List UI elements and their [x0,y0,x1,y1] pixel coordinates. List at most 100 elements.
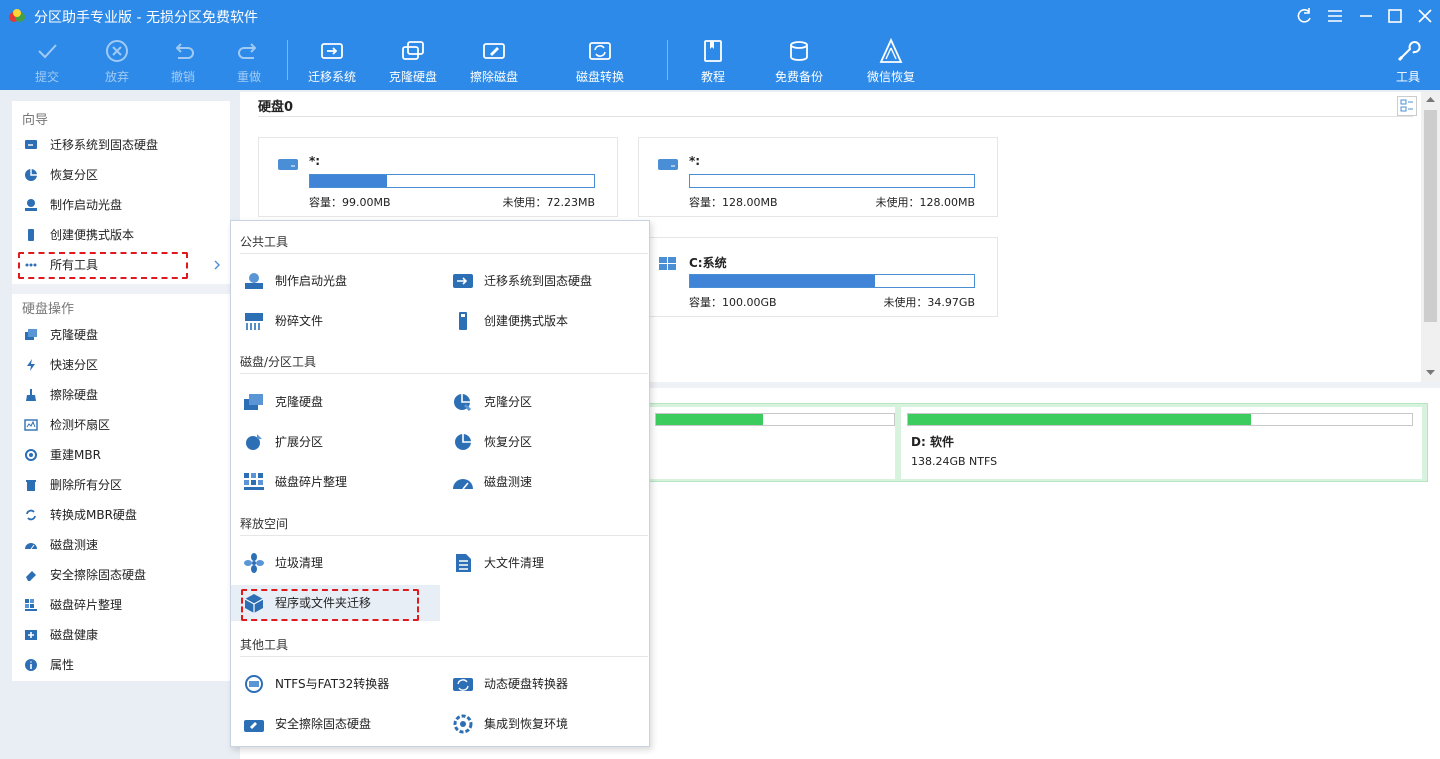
popup-item[interactable]: 克隆硬盘 [231,384,440,420]
sidebar-item-speed[interactable]: 磁盘测速 [12,531,230,559]
vertical-scrollbar[interactable] [1421,92,1440,382]
free-backup-button[interactable]: 免费备份 [768,38,830,88]
app-logo-icon [8,8,26,24]
popup-item[interactable]: 安全擦除固态硬盘 [231,706,440,742]
title-bar: 分区助手专业版 - 无损分区免费软件 [0,0,1440,32]
usage-bar [309,174,595,188]
partition-card[interactable]: *: 容量：128.00MB 未使用：128.00MB [638,137,998,217]
disk-title: 硬盘0 [258,100,294,115]
sidebar-item-bootdisk[interactable]: 制作启动光盘 [12,191,230,219]
popup-section-disk-partition-tools: 磁盘/分区工具 [240,355,317,369]
scroll-down-icon[interactable] [1426,370,1435,376]
check-icon [34,38,60,64]
recover-partition-icon [452,432,474,452]
sidebar-item-info[interactable]: 属性 [12,651,230,679]
bootdisk-icon [243,271,265,291]
disk-map: D: 软件 138.24GB NTFS [648,403,1428,482]
sidebar-divider [12,284,230,294]
popup-item[interactable]: 大文件清理 [440,545,640,581]
redo-icon [236,38,262,64]
document-icon [452,553,474,573]
scroll-up-icon[interactable] [1426,96,1435,102]
popup-section-divider [240,253,648,254]
undo-button[interactable]: 撤销 [158,38,208,88]
usage-bar [907,413,1413,426]
wizard-section-title: 向导 [22,113,49,128]
restore-env-icon [452,714,474,734]
sidebar-item-recover-partition[interactable]: 恢复分区 [12,161,230,189]
view-toggle-icon[interactable] [1397,96,1417,116]
popup-section-divider [240,535,648,536]
popup-item[interactable]: 动态硬盘转换器 [440,666,640,702]
sidebar-item-lightning[interactable]: 快速分区 [12,351,230,379]
sidebar-item-portable[interactable]: 创建便携式版本 [12,221,230,249]
popup-item[interactable]: 恢复分区 [440,424,640,460]
wipe-disk-button[interactable]: 擦除磁盘 [464,38,524,88]
minimize-icon[interactable] [1356,6,1376,26]
wechat-recovery-button[interactable]: 微信恢复 [860,38,922,88]
speed-icon [452,472,474,492]
close-icon[interactable] [1415,6,1435,26]
sidebar-item-health[interactable]: 磁盘健康 [12,621,230,649]
usage-bar [689,174,975,188]
usb-icon [24,228,38,242]
disk-header-divider [258,116,1413,117]
bootdisk-icon [24,198,38,212]
popup-item[interactable]: 克隆分区 [440,384,640,420]
defrag-icon [24,598,38,612]
partition-card[interactable]: C:系统 容量：100.00GB 未使用：34.97GB [638,237,998,317]
popup-item[interactable]: 磁盘测速 [440,464,640,500]
tools-button[interactable]: 工具 [1390,38,1426,88]
sidebar-item-defrag[interactable]: 磁盘碎片整理 [12,591,230,619]
popup-item[interactable]: 磁盘碎片整理 [231,464,440,500]
toolbar: 提交 放弃 撤销 重做 迁移系统 克隆硬盘 擦除磁盘 磁盘转换 教程 免费备份 … [0,32,1440,90]
brush-icon [24,388,38,402]
toolbar-separator [287,40,288,80]
popup-item[interactable]: 粉碎文件 [231,303,440,339]
sidebar-item-convert[interactable]: 转换成MBR硬盘 [12,501,230,529]
ntfs-fat32-icon [243,674,265,694]
maximize-icon[interactable] [1385,6,1405,26]
eraser-icon [24,568,38,582]
popup-item[interactable]: 垃圾清理 [231,545,440,581]
lightning-icon [24,358,38,372]
rebuild-icon [24,448,38,462]
sidebar-item-rebuild[interactable]: 重建MBR [12,441,230,469]
sidebar-item-trash[interactable]: 删除所有分区 [12,471,230,499]
disk-map-partition[interactable] [649,407,895,479]
sidebar-item-clone[interactable]: 克隆硬盘 [12,321,230,349]
popup-item[interactable]: 创建便携式版本 [440,303,640,339]
disk-map-partition[interactable]: D: 软件 138.24GB NTFS [901,407,1422,479]
convert-disk-button[interactable]: 磁盘转换 [570,38,630,88]
migrate-icon [319,38,345,64]
clone-partition-icon [452,392,474,412]
sidebar-item-scan[interactable]: 检测坏扇区 [12,411,230,439]
clone-disk-button[interactable]: 克隆硬盘 [383,38,443,88]
refresh-icon[interactable] [1294,6,1314,26]
menu-icon[interactable] [1325,6,1345,26]
extend-icon [243,432,265,452]
commit-button[interactable]: 提交 [22,38,72,88]
popup-item[interactable]: 迁移系统到固态硬盘 [440,263,640,299]
redo-button[interactable]: 重做 [224,38,274,88]
popup-item[interactable]: 集成到恢复环境 [440,706,640,742]
backup-icon [786,38,812,64]
clone-icon [24,328,38,342]
sidebar-item-eraser[interactable]: 安全擦除固态硬盘 [12,561,230,589]
clone-icon [243,392,265,412]
scroll-thumb[interactable] [1424,110,1437,322]
popup-item[interactable]: 扩展分区 [231,424,440,460]
highlight-box-program-migration [241,589,419,621]
migrate-os-button[interactable]: 迁移系统 [302,38,362,88]
partition-card[interactable]: *: 容量：99.00MB 未使用：72.23MB [258,137,618,217]
chevron-right-icon [212,251,222,279]
sidebar-item-brush[interactable]: 擦除硬盘 [12,381,230,409]
sidebar-item-migrate-ssd[interactable]: 迁移系统到固态硬盘 [12,131,230,159]
popup-item[interactable]: 制作启动光盘 [231,263,440,299]
tutorial-button[interactable]: 教程 [690,38,736,88]
sidebar: 向导 迁移系统到固态硬盘 恢复分区 制作启动光盘 创建便携式版本 所有工具 硬盘… [12,101,230,681]
usage-bar [655,413,895,426]
discard-button[interactable]: 放弃 [92,38,142,88]
popup-item[interactable]: NTFS与FAT32转换器 [231,666,440,702]
fan-icon [243,553,265,573]
